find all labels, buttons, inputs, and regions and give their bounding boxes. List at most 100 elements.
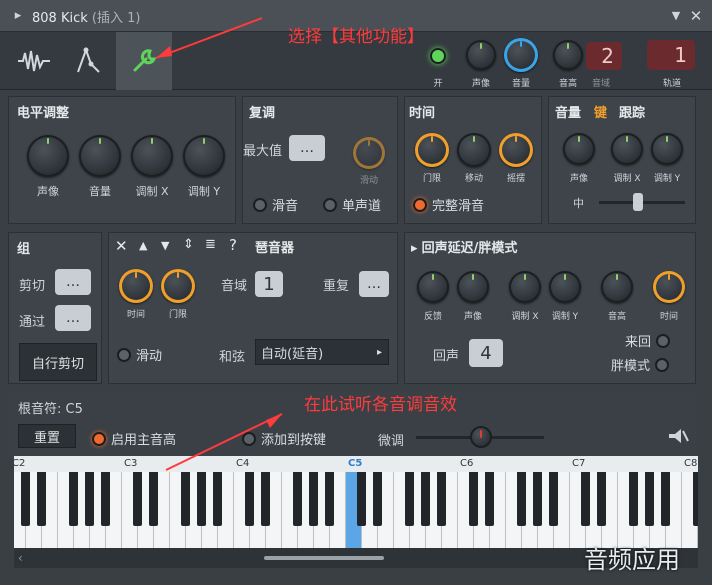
black-key[interactable] xyxy=(309,472,318,526)
auto-cut-button[interactable]: 自行剪切 xyxy=(19,343,97,381)
arp-random-icon[interactable]: ? xyxy=(229,236,237,254)
mono-radio[interactable]: 单声道 xyxy=(323,195,381,214)
swing-knob[interactable] xyxy=(499,133,533,167)
arp-up-icon[interactable]: ▲ xyxy=(139,239,147,252)
black-key[interactable] xyxy=(149,472,158,526)
pingpong-radio[interactable]: 来回 xyxy=(625,331,671,350)
chevron-down-icon[interactable]: ▼ xyxy=(666,6,686,26)
volume-knob[interactable] xyxy=(504,38,538,72)
level-mod-x-knob[interactable] xyxy=(131,135,173,177)
piano-keyboard[interactable]: C2 C3 C4 C5 C6 C7 C8 xyxy=(14,456,698,548)
arp-gate-knob[interactable] xyxy=(161,269,195,303)
black-key[interactable] xyxy=(629,472,638,526)
pan-knob[interactable] xyxy=(466,40,496,70)
black-key[interactable] xyxy=(133,472,142,526)
black-key[interactable] xyxy=(357,472,366,526)
cut-by-spinbox[interactable]: … xyxy=(55,305,91,331)
echo-pitch-knob[interactable] xyxy=(601,271,633,303)
arp-updown-icon[interactable]: ⇕ xyxy=(183,237,194,252)
black-key[interactable] xyxy=(101,472,110,526)
black-key[interactable] xyxy=(21,472,30,526)
shift-knob[interactable] xyxy=(457,133,491,167)
level-pan-knob[interactable] xyxy=(27,135,69,177)
range-display[interactable]: 2 xyxy=(586,42,622,70)
black-key[interactable] xyxy=(37,472,46,526)
black-key[interactable] xyxy=(325,472,334,526)
black-key[interactable] xyxy=(373,472,382,526)
black-key[interactable] xyxy=(597,472,606,526)
tracking-mod-y-knob[interactable] xyxy=(651,133,683,165)
black-key[interactable] xyxy=(693,472,698,526)
arp-chord-dropdown[interactable]: 自动(延音) ▸ xyxy=(255,339,389,365)
speaker-icon[interactable] xyxy=(666,426,690,446)
max-polyphony-spinbox[interactable]: … xyxy=(289,135,325,161)
black-key[interactable] xyxy=(661,472,670,526)
echo-count-spinbox[interactable]: 4 xyxy=(469,339,503,367)
black-key[interactable] xyxy=(293,472,302,526)
tracking-pan-knob[interactable] xyxy=(563,133,595,165)
echo-panel-header[interactable]: ▸ 回声延迟/胖模式 xyxy=(411,237,517,256)
black-key[interactable] xyxy=(533,472,542,526)
black-key[interactable] xyxy=(245,472,254,526)
tab-envelope[interactable] xyxy=(60,32,116,90)
black-key[interactable] xyxy=(181,472,190,526)
arp-stick-icon[interactable]: ≣ xyxy=(205,237,216,252)
arp-chord-value: 自动(延音) xyxy=(261,346,324,362)
black-key[interactable] xyxy=(213,472,222,526)
black-key[interactable] xyxy=(517,472,526,526)
arp-time-knob[interactable] xyxy=(119,269,153,303)
portamento-radio[interactable]: 滑音 xyxy=(253,195,298,214)
slide-time-knob[interactable] xyxy=(353,137,385,169)
max-polyphony-label: 最大值 xyxy=(243,144,283,159)
track-display[interactable]: 1 xyxy=(647,40,695,70)
pitch-knob[interactable] xyxy=(553,40,583,70)
fat-mode-radio[interactable]: 胖模式 xyxy=(611,355,670,374)
level-panel: 电平调整 声像 音量 调制 X 调制 Y xyxy=(8,96,236,224)
echo-feedback-knob[interactable] xyxy=(417,271,449,303)
power-led[interactable] xyxy=(430,48,446,64)
menu-arrow-icon[interactable]: ▸ xyxy=(8,6,28,26)
close-icon[interactable]: ✕ xyxy=(686,6,706,26)
level-mod-y-knob[interactable] xyxy=(183,135,225,177)
tracking-tab-key[interactable]: 键 xyxy=(594,102,607,121)
arp-range-spinbox[interactable]: 1 xyxy=(255,271,283,297)
full-porta-radio[interactable]: 完整滑音 xyxy=(413,195,484,214)
arp-off-icon[interactable]: ✕ xyxy=(115,239,129,254)
arp-panel-title: 琶音器 xyxy=(255,241,295,256)
black-key[interactable] xyxy=(469,472,478,526)
echo-mod-x-knob[interactable] xyxy=(509,271,541,303)
black-key[interactable] xyxy=(549,472,558,526)
echo-time-knob[interactable] xyxy=(653,271,685,303)
scroll-left-icon[interactable]: ‹ xyxy=(18,551,23,565)
black-key[interactable] xyxy=(69,472,78,526)
envelope-icon xyxy=(77,47,100,73)
black-key[interactable] xyxy=(405,472,414,526)
cut-spinbox[interactable]: … xyxy=(55,269,91,295)
tracking-panel: 音量 键 跟踪 声像 调制 X 调制 Y 中 xyxy=(548,96,696,224)
arp-repeat-spinbox[interactable]: … xyxy=(359,271,389,297)
fine-tune-slider-handle[interactable] xyxy=(470,426,492,448)
black-key[interactable] xyxy=(437,472,446,526)
black-key[interactable] xyxy=(581,472,590,526)
tab-waveform[interactable] xyxy=(6,32,62,90)
black-key[interactable] xyxy=(421,472,430,526)
black-key[interactable] xyxy=(261,472,270,526)
tracking-tab-volume[interactable]: 音量 xyxy=(555,102,581,121)
mid-slider-handle[interactable] xyxy=(633,193,643,211)
black-key[interactable] xyxy=(645,472,654,526)
black-key[interactable] xyxy=(485,472,494,526)
tracking-mod-x-knob[interactable] xyxy=(611,133,643,165)
arp-slide-radio[interactable]: 滑动 xyxy=(117,345,162,364)
group-panel: 组 剪切 … 通过 … 自行剪切 xyxy=(8,232,102,384)
arp-down-icon[interactable]: ▼ xyxy=(161,239,169,252)
level-volume-knob[interactable] xyxy=(79,135,121,177)
black-key[interactable] xyxy=(197,472,206,526)
arp-repeat-label: 重复 xyxy=(323,279,350,294)
level-mod-x-label: 调制 X xyxy=(135,185,169,198)
reset-button[interactable]: 重置 xyxy=(18,424,76,448)
echo-mod-y-knob[interactable] xyxy=(549,271,581,303)
scrollbar-thumb[interactable] xyxy=(264,556,384,560)
echo-pan-knob[interactable] xyxy=(457,271,489,303)
gate-knob[interactable] xyxy=(415,133,449,167)
black-key[interactable] xyxy=(85,472,94,526)
